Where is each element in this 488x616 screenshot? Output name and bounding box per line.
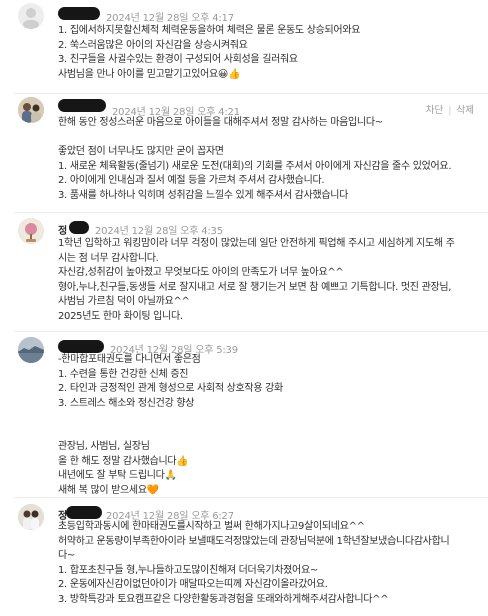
comment-body: 한해 동안 정성스러운 마음으로 아이들을 대해주셔서 정말 감사하는 마음입니… [58, 116, 452, 203]
comment-line: 1. 새로운 체육활동(줄넘기) 새로운 도전(대회)의 기회를 주셔서 아이에… [58, 160, 452, 172]
comment-line: 내년에도 잘 부탁 드립니다🙏 [58, 470, 177, 481]
avatar[interactable] [18, 337, 44, 363]
redacted-username [58, 7, 100, 20]
redacted-username [69, 221, 89, 234]
comment-line: 관장님, 사범님, 실장님 [58, 441, 150, 452]
redacted-username [66, 506, 102, 519]
comment-line: 한해 동안 정성스러운 마음으로 아이들을 대해주셔서 정말 감사하는 마음입니… [58, 117, 383, 128]
comment-line [58, 411, 283, 426]
comment-line [58, 426, 283, 441]
comment-line: -한마합포태권도를 다니면서 좋은점 [58, 354, 201, 365]
comment-item: 정 2024년 12월 28일 오후 4:35 1학년 입학하고 워킹맘이라 너… [0, 213, 488, 331]
avatar[interactable] [18, 504, 44, 530]
comment-body: 초등입학과동시에 한마태권도를시작하고 벌써 한해가지나고9살이되네요^^ 허약… [58, 520, 450, 607]
comment-line: 3. 방학특강과 토요캠프같은 다양한활동과경험을 또래와하게해주셔감사합니다^… [58, 593, 389, 605]
redacted-username [58, 99, 106, 112]
username: 정 [58, 226, 67, 237]
comment-date: 2024년 12월 28일 오후 4:17 [106, 13, 234, 24]
comment-line: 2025년도 한마 화이팅 입니다. [58, 310, 183, 322]
action-separator: | [448, 105, 452, 116]
avatar[interactable] [18, 218, 44, 244]
comment-line: 1. 합포초친구들 형,누나들하고도많이친해져 더더욱기차졌어요~ [58, 564, 318, 576]
comment-line: 다~ [58, 550, 75, 561]
comment-line [58, 131, 451, 146]
comment-actions: 차단 | 삭제 [424, 102, 474, 116]
comment-line: 3. 친구들을 사귈수있는 환경이 구성되어 사회성을 길러줘요 [58, 54, 298, 65]
comment-line: 1. 집에서하지못할신체적 체력운동을하여 체력은 물론 운동도 상승되어와요 [58, 25, 361, 36]
comment-line: 허약하고 운동량이부족한아이라 보낼때도걱정많았는데 관장님덕분에 1학년잘보냈… [58, 535, 450, 547]
comment-line: 새해 복 많이 받으세요🧡 [58, 484, 159, 496]
comment-line: 올 한 해도 정말 감사했습니다👍 [58, 455, 189, 467]
comment-line: 자신감,성취감이 높아졌고 무엇보다도 아이의 만족도가 너무 높아요^^ [58, 267, 344, 278]
comment-line: 2. 아이에게 인내심과 질서 예절 등을 가르쳐 주셔서 감사했습니다. [58, 175, 325, 186]
comment-item: 2024년 12월 28일 오후 4:21 차단 | 삭제 한해 동안 정성스러… [0, 94, 488, 212]
avatar[interactable] [18, 3, 44, 29]
comment-line: 사범님을 만나 아이를 믿고맡기고있어요😀👍 [58, 68, 241, 80]
comment-line: 형아,누나,친구들,동생들 서로 잘지내고 서로 잘 챙기는거 보면 참 예쁘고… [58, 281, 452, 293]
comment-line: 좋았던 점이 너무나도 많지만 굳이 꼽자면 [58, 146, 224, 157]
comment-line: 1. 수련을 통한 건강한 신체 증진 [58, 368, 189, 380]
comment-body: 1. 집에서하지못할신체적 체력운동을하여 체력은 물론 운동도 상승되어와요 … [58, 24, 360, 82]
comment-item: 정 2024년 12월 28일 오후 6:27 초등입학과동시에 한마태권도를시… [0, 498, 488, 616]
comment-line: 2. 타인과 긍정적인 관계 형성으로 사회적 상호작용 강화 [58, 383, 283, 394]
delete-button[interactable]: 삭제 [457, 105, 474, 116]
comment-line: 1학년 입학하고 워킹맘이라 너무 걱정이 많았는데 일단 안전하게 픽업해 주… [58, 238, 455, 249]
comment-line: 초등입학과동시에 한마태권도를시작하고 벌써 한해가지나고9살이되네요^^ [58, 521, 365, 532]
comment-item: 2024년 12월 28일 오후 4:17 1. 집에서하지못할신체적 체력운동… [0, 0, 488, 93]
comment-line: 3. 스트레스 해소와 정신건강 향상 [58, 397, 195, 409]
comment-item: 2024년 12월 28일 오후 5:39 -한마합포태권도를 다니면서 좋은점… [0, 332, 488, 497]
redacted-username [58, 340, 104, 353]
comment-line: 2. 운동에자신감이없던아이가 매달따오는띠께 자신감이올라갔어요. [58, 579, 328, 590]
comment-body: -한마합포태권도를 다니면서 좋은점 1. 수련을 통한 건강한 신체 증진 2… [58, 353, 283, 498]
comment-line: 3. 품새를 하나하나 익히며 성취감을 느낄수 있게 해주셔서 감사했습니다 [58, 189, 349, 201]
comment-line: 2. 쑥스러움많은 아이의 자신감을 상승시켜줘요 [58, 39, 248, 51]
comment-date: 2024년 12월 28일 오후 4:35 [95, 226, 223, 237]
comment-body: 1학년 입학하고 워킹맘이라 너무 걱정이 많았는데 일단 안전하게 픽업해 주… [58, 237, 455, 324]
comment-line: 시는 점 너무 감사합니다. [58, 252, 159, 264]
comment-line: 사범님 가르침 덕이 아닐까요^^ [58, 296, 190, 307]
avatar[interactable] [18, 97, 44, 123]
block-button[interactable]: 차단 [426, 105, 443, 116]
